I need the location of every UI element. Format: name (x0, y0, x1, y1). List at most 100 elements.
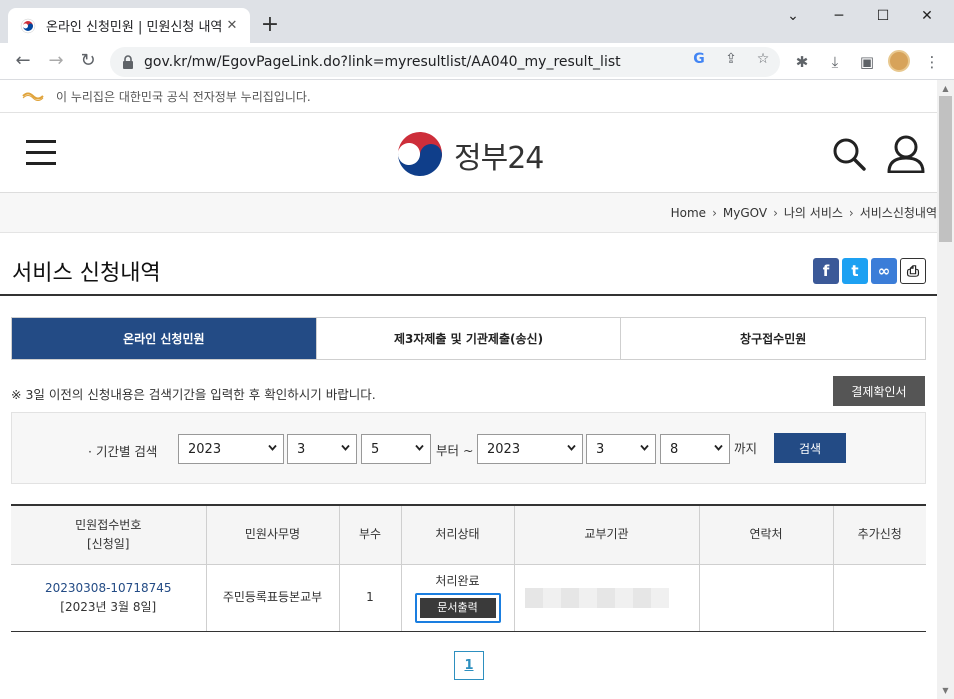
tab-online-applications[interactable]: 온라인 신청민원 (12, 318, 316, 359)
receipt-number-link[interactable]: 20230308-10718745 (45, 581, 172, 595)
logo-text: 정부24 (454, 141, 544, 176)
chevron-down-icon (567, 444, 576, 451)
chevron-right-icon: › (712, 205, 717, 220)
scroll-down-icon[interactable]: ▼ (937, 684, 954, 698)
new-tab-icon[interactable]: + (258, 13, 282, 37)
status-text: 처리완료 (435, 574, 480, 588)
print-document-label: 문서출력 (419, 598, 496, 618)
col-issuing-agency: 교부기관 (513, 505, 699, 565)
tab-counter-applications[interactable]: 창구접수민원 (620, 318, 926, 359)
tab-close-icon[interactable]: ✕ (224, 18, 240, 33)
until-text: 까지 (734, 441, 758, 456)
end-day-select[interactable]: 8 (660, 434, 730, 464)
start-month-select[interactable]: 3 (287, 434, 357, 464)
facebook-share-icon[interactable]: f (813, 258, 839, 284)
col-contact: 연락처 (698, 505, 833, 565)
side-panel-icon[interactable]: ▣ (857, 52, 877, 72)
gov-mark-icon (22, 92, 44, 101)
period-search-label: · 기간별 검색 (88, 444, 158, 459)
lock-icon (123, 55, 133, 69)
redacted-agency (524, 587, 699, 608)
breadcrumb-current[interactable]: 서비스신청내역 (860, 204, 937, 221)
breadcrumb-my-service[interactable]: 나의 서비스 (784, 204, 843, 221)
official-notice-bar: 이 누리집은 대한민국 공식 전자정부 누리집입니다. (0, 80, 937, 113)
col-status: 처리상태 (400, 505, 514, 565)
receipt-cell: 20230308-10718745 [2023년 3월 8일] (11, 564, 206, 632)
bookmark-star-icon[interactable]: ☆ (754, 50, 772, 68)
chevron-right-icon: › (848, 205, 854, 220)
forward-icon[interactable]: → (44, 49, 68, 73)
profile-avatar[interactable] (888, 50, 910, 72)
additional-request-cell (832, 564, 926, 632)
back-icon[interactable]: ← (11, 49, 35, 73)
search-button[interactable]: 검색 (774, 433, 846, 463)
breadcrumb-home[interactable]: Home (671, 206, 706, 220)
scrollbar-thumb[interactable] (939, 96, 952, 242)
service-name-cell: 주민등록표등본교부 (205, 564, 339, 632)
service-tabs: 온라인 신청민원 제3자제출 및 기관제출(송신) 창구접수민원 (11, 317, 926, 360)
print-page-icon[interactable]: ⎙ (900, 258, 926, 284)
close-window-icon[interactable]: ✕ (912, 6, 942, 26)
start-year-select[interactable]: 2023 (178, 434, 284, 464)
chevron-down-icon (268, 444, 277, 451)
user-icon[interactable] (886, 135, 926, 173)
page: 이 누리집은 대한민국 공식 전자정부 누리집입니다. 정부24 Home › … (0, 80, 937, 699)
col-additional-request: 추가신청 (832, 505, 926, 565)
gov-favicon-icon (20, 18, 36, 33)
col-service-name: 민원사무명 (205, 505, 339, 565)
end-month-select[interactable]: 3 (586, 434, 656, 464)
contact-cell (698, 564, 833, 632)
browser-toolbar: ← → ↻ gov.kr/mw/EgovPageLink.do?link=myr… (0, 43, 954, 80)
search-icon[interactable] (832, 137, 866, 171)
chevron-down-icon (714, 444, 723, 451)
chevron-down-icon (640, 444, 649, 451)
page-number-current[interactable]: 1 (454, 651, 484, 680)
application-table: 민원접수번호 [신청일] 민원사무명 부수 처리상태 교부기관 연락처 추가신청 … (11, 504, 926, 632)
extensions-icon[interactable]: ✱ (792, 52, 812, 72)
start-month-value: 3 (297, 441, 306, 457)
minimize-icon[interactable]: ─ (824, 6, 854, 26)
chevron-down-icon (341, 444, 350, 451)
notice-text: 이 누리집은 대한민국 공식 전자정부 누리집입니다. (56, 89, 311, 104)
site-header: 정부24 (0, 113, 937, 193)
maximize-icon[interactable]: ☐ (868, 6, 898, 26)
copies-cell: 1 (338, 564, 401, 632)
gov24-logo[interactable]: 정부24 (394, 129, 544, 181)
hamburger-menu-icon[interactable] (26, 140, 56, 166)
end-day-value: 8 (670, 441, 679, 457)
address-bar[interactable]: gov.kr/mw/EgovPageLink.do?link=myresultl… (110, 47, 780, 77)
table-row: 20230308-10718745 [2023년 3월 8일] 주민등록표등본교… (11, 564, 926, 632)
application-date: [2023년 3월 8일] (60, 599, 157, 614)
end-month-value: 3 (596, 441, 605, 457)
breadcrumb-mygov[interactable]: MyGOV (723, 206, 767, 220)
share-page-icon[interactable]: ⇪ (722, 50, 740, 68)
period-search-box: · 기간별 검색 2023 3 5 부터 ~ 2023 3 8 까지 검색 (11, 412, 926, 484)
link-copy-icon[interactable]: ∞ (871, 258, 897, 284)
tab-third-party-submission[interactable]: 제3자제출 및 기관제출(송신) (315, 318, 621, 359)
taegeuk-logo-icon (396, 131, 444, 179)
col-copies: 부수 (338, 505, 401, 565)
google-translate-icon[interactable]: G (690, 50, 708, 68)
start-day-select[interactable]: 5 (361, 434, 431, 464)
payment-confirmation-button[interactable]: 결제확인서 (833, 376, 925, 406)
browser-tabstrip: 온라인 신청민원 | 민원신청 내역 ✕ + ⌄ ─ ☐ ✕ (0, 0, 954, 43)
reload-icon[interactable]: ↻ (76, 49, 100, 73)
from-text: 부터 ~ (436, 443, 474, 458)
url-text: gov.kr/mw/EgovPageLink.do?link=myresultl… (144, 54, 621, 70)
end-year-value: 2023 (487, 441, 521, 457)
tab-search-icon[interactable]: ⌄ (778, 6, 808, 26)
print-document-button[interactable]: 문서출력 (414, 593, 501, 623)
tab-title: 온라인 신청민원 | 민원신청 내역 (46, 20, 223, 35)
browser-tab[interactable]: 온라인 신청민원 | 민원신청 내역 ✕ (8, 8, 250, 43)
start-day-value: 5 (371, 441, 380, 457)
table-header-row: 민원접수번호 [신청일] 민원사무명 부수 처리상태 교부기관 연락처 추가신청 (11, 505, 926, 565)
issuing-agency-cell (513, 564, 699, 632)
menu-dots-icon[interactable]: ⋮ (922, 52, 942, 72)
scroll-up-icon[interactable]: ▲ (937, 82, 954, 96)
start-year-value: 2023 (188, 441, 222, 457)
end-year-select[interactable]: 2023 (477, 434, 583, 464)
twitter-share-icon[interactable]: t (842, 258, 868, 284)
chevron-right-icon: › (773, 205, 778, 220)
col-receipt-number: 민원접수번호 [신청일] (11, 505, 206, 565)
download-icon[interactable]: ⤓ (825, 52, 845, 72)
